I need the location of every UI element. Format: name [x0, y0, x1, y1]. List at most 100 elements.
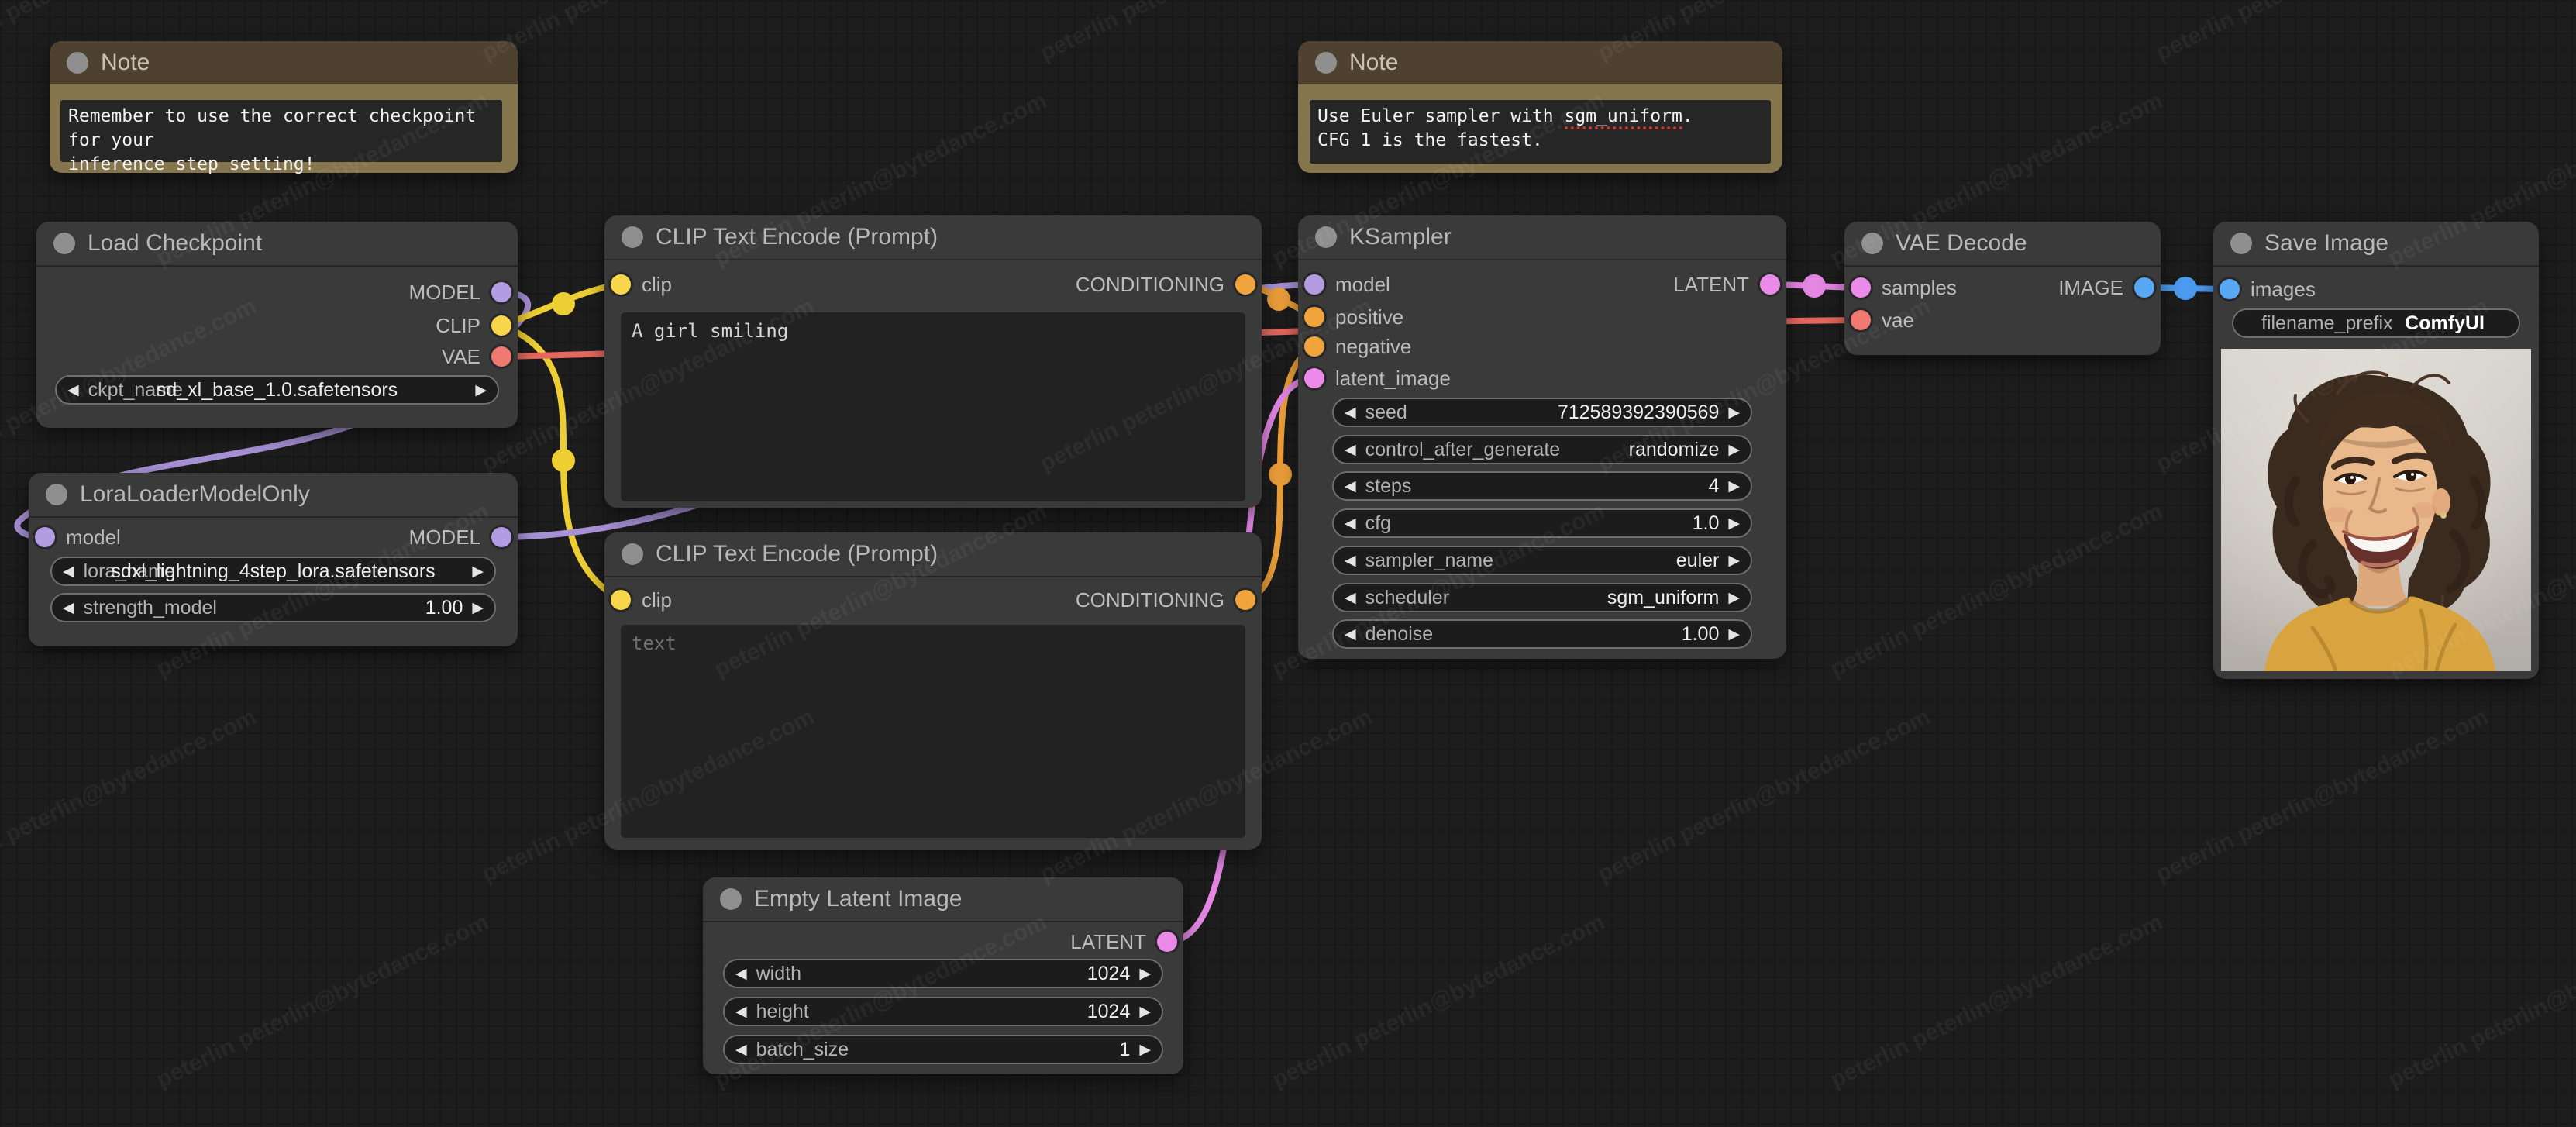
stepper-left-icon[interactable]: ◀	[1345, 479, 1356, 494]
stepper-left-icon[interactable]: ◀	[735, 1043, 747, 1057]
output-port-conditioning[interactable]	[1235, 590, 1255, 610]
widget-height[interactable]: ◀ height 1024 ▶	[723, 997, 1163, 1026]
node-status-dot[interactable]	[46, 484, 67, 505]
widget-denoise[interactable]: ◀ denoise 1.00 ▶	[1332, 619, 1752, 649]
stepper-left-icon[interactable]: ◀	[1345, 553, 1356, 568]
widget-control-after-generate[interactable]: ◀ control_after_generate randomize ▶	[1332, 435, 1752, 464]
input-port-model[interactable]	[35, 527, 55, 547]
output-port-image[interactable]	[2134, 277, 2154, 298]
stepper-right-icon[interactable]: ▶	[1728, 627, 1740, 642]
node-note-2[interactable]: Note Use Euler sampler with sgm_uniform.…	[1298, 41, 1782, 173]
note-textarea[interactable]: Use Euler sampler with sgm_uniform. CFG …	[1310, 100, 1771, 164]
node-header[interactable]: Empty Latent Image	[703, 877, 1183, 922]
node-status-dot[interactable]	[67, 52, 88, 74]
node-header[interactable]: VAE Decode	[1844, 222, 2161, 267]
node-save-image[interactable]: Save Image images filename_prefix ComfyU…	[2213, 222, 2539, 679]
stepper-right-icon[interactable]: ▶	[1139, 1043, 1151, 1057]
stepper-left-icon[interactable]: ◀	[67, 383, 79, 398]
stepper-left-icon[interactable]: ◀	[735, 1005, 747, 1019]
stepper-left-icon[interactable]: ◀	[63, 564, 74, 579]
stepper-left-icon[interactable]: ◀	[1345, 443, 1356, 457]
stepper-left-icon[interactable]: ◀	[1345, 627, 1356, 642]
link-dot-image[interactable]	[2174, 277, 2197, 300]
stepper-left-icon[interactable]: ◀	[63, 601, 74, 615]
input-port-samples[interactable]	[1851, 277, 1871, 298]
widget-seed[interactable]: ◀ seed 712589392390569 ▶	[1332, 398, 1752, 427]
node-header[interactable]: Load Checkpoint	[36, 222, 518, 267]
comfyui-canvas[interactable]: { "icons": {"arrow_left": "◀", "arrow_ri…	[0, 0, 2576, 1127]
node-ksampler[interactable]: KSampler model positive negative latent_…	[1298, 215, 1786, 659]
input-port-vae[interactable]	[1851, 310, 1871, 330]
stepper-right-icon[interactable]: ▶	[1728, 516, 1740, 531]
node-note-1[interactable]: Note Remember to use the correct checkpo…	[50, 41, 518, 174]
stepper-right-icon[interactable]: ▶	[472, 601, 484, 615]
widget-lora-name[interactable]: ◀ lora_name sdxl_lightning_4step_lora.sa…	[50, 557, 496, 586]
stepper-right-icon[interactable]: ▶	[1728, 591, 1740, 605]
output-port-latent[interactable]	[1157, 932, 1177, 952]
stepper-right-icon[interactable]: ▶	[1139, 1005, 1151, 1019]
node-header[interactable]: KSampler	[1298, 215, 1786, 260]
node-lora-loader[interactable]: LoraLoaderModelOnly model MODEL ◀ lora_n…	[29, 473, 518, 646]
output-port-latent[interactable]	[1760, 274, 1780, 295]
input-port-model[interactable]	[1304, 274, 1324, 295]
node-clip-encode-positive[interactable]: CLIP Text Encode (Prompt) clip CONDITION…	[604, 215, 1262, 508]
stepper-left-icon[interactable]: ◀	[735, 967, 747, 981]
link-dot-clip-2[interactable]	[552, 449, 575, 472]
widget-sampler-name[interactable]: ◀ sampler_name euler ▶	[1332, 546, 1752, 575]
note-textarea[interactable]: Remember to use the correct checkpoint f…	[60, 100, 502, 174]
node-status-dot[interactable]	[622, 226, 643, 248]
node-status-dot[interactable]	[2230, 233, 2252, 254]
input-port-clip[interactable]	[611, 274, 631, 295]
node-clip-encode-negative[interactable]: CLIP Text Encode (Prompt) clip CONDITION…	[604, 532, 1262, 850]
prompt-textarea[interactable]: text	[621, 625, 1245, 838]
node-header[interactable]: CLIP Text Encode (Prompt)	[604, 532, 1262, 577]
node-status-dot[interactable]	[53, 233, 75, 254]
node-status-dot[interactable]	[1315, 226, 1337, 248]
node-status-dot[interactable]	[622, 543, 643, 565]
input-port-latent-image[interactable]	[1304, 368, 1324, 388]
node-header[interactable]: Save Image	[2213, 222, 2539, 267]
stepper-left-icon[interactable]: ◀	[1345, 516, 1356, 531]
node-note-2-header[interactable]: Note	[1298, 41, 1782, 84]
stepper-right-icon[interactable]: ▶	[1728, 553, 1740, 568]
input-port-images[interactable]	[2220, 279, 2240, 299]
output-port-clip[interactable]	[491, 315, 511, 336]
node-load-checkpoint[interactable]: Load Checkpoint MODEL CLIP VAE ◀ ckpt_na…	[36, 222, 518, 428]
widget-filename-prefix[interactable]: filename_prefix ComfyUI	[2232, 308, 2520, 338]
node-status-dot[interactable]	[1861, 233, 1883, 254]
widget-batch-size[interactable]: ◀ batch_size 1 ▶	[723, 1035, 1163, 1064]
widget-width[interactable]: ◀ width 1024 ▶	[723, 959, 1163, 988]
node-header[interactable]: LoraLoaderModelOnly	[29, 473, 518, 518]
stepper-right-icon[interactable]: ▶	[1728, 405, 1740, 420]
node-status-dot[interactable]	[720, 888, 742, 910]
link-dot-clip-1[interactable]	[552, 292, 575, 315]
input-port-clip[interactable]	[611, 590, 631, 610]
output-port-model[interactable]	[491, 527, 511, 547]
output-port-vae[interactable]	[491, 346, 511, 367]
stepper-left-icon[interactable]: ◀	[1345, 591, 1356, 605]
input-port-positive[interactable]	[1304, 307, 1324, 327]
widget-scheduler[interactable]: ◀ scheduler sgm_uniform ▶	[1332, 583, 1752, 612]
node-vae-decode[interactable]: VAE Decode samples vae IMAGE	[1844, 222, 2161, 355]
stepper-right-icon[interactable]: ▶	[1728, 443, 1740, 457]
node-empty-latent-image[interactable]: Empty Latent Image LATENT ◀ width 1024 ▶…	[703, 877, 1183, 1074]
input-port-negative[interactable]	[1304, 336, 1324, 357]
node-status-dot[interactable]	[1315, 52, 1337, 74]
widget-strength-model[interactable]: ◀ strength_model 1.00 ▶	[50, 593, 496, 622]
node-note-1-header[interactable]: Note	[50, 41, 518, 84]
widget-steps[interactable]: ◀ steps 4 ▶	[1332, 471, 1752, 501]
stepper-right-icon[interactable]: ▶	[472, 564, 484, 579]
prompt-textarea[interactable]: A girl smiling	[621, 312, 1245, 501]
stepper-right-icon[interactable]: ▶	[1728, 479, 1740, 494]
link-dot-latent[interactable]	[1803, 274, 1826, 298]
widget-ckpt-name[interactable]: ◀ ckpt_name sd_xl_base_1.0.safetensors ▶	[55, 375, 499, 405]
widget-cfg[interactable]: ◀ cfg 1.0 ▶	[1332, 508, 1752, 538]
stepper-right-icon[interactable]: ▶	[1139, 967, 1151, 981]
node-header[interactable]: CLIP Text Encode (Prompt)	[604, 215, 1262, 260]
output-port-model[interactable]	[491, 282, 511, 302]
link-dot-conditioning-1[interactable]	[1267, 288, 1290, 311]
link-dot-conditioning-2[interactable]	[1269, 463, 1292, 486]
output-port-conditioning[interactable]	[1235, 274, 1255, 295]
stepper-right-icon[interactable]: ▶	[475, 383, 487, 398]
stepper-left-icon[interactable]: ◀	[1345, 405, 1356, 420]
